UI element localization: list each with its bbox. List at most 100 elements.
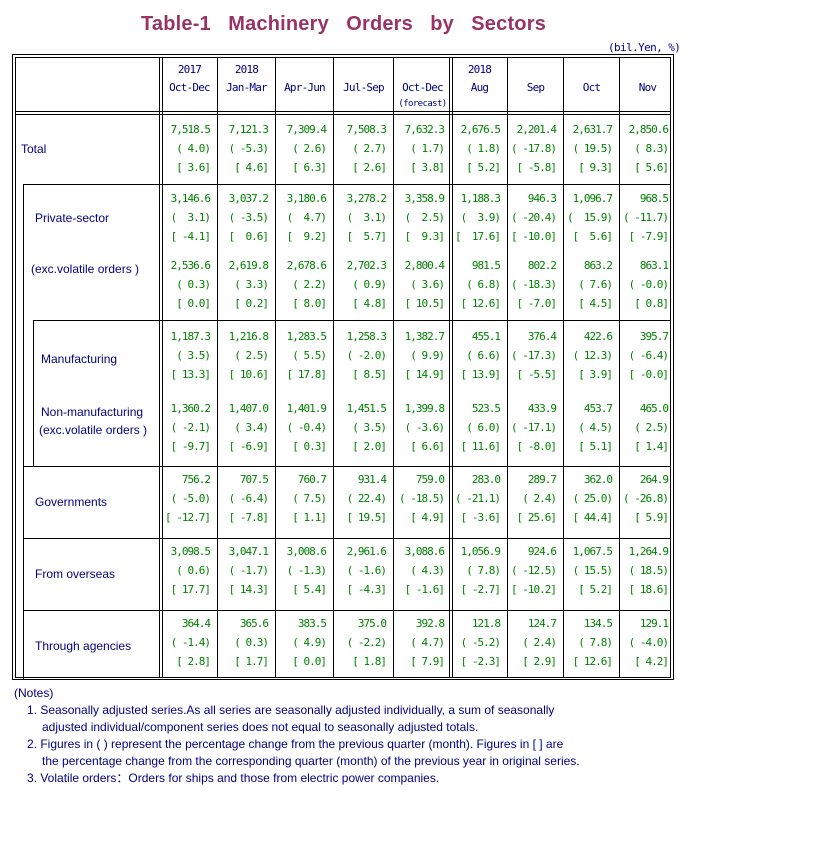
- value-change-prev: ( 9.9): [410, 349, 445, 362]
- value-change-prev: ( 7.8): [466, 564, 501, 577]
- value-amount: 2,619.8: [228, 259, 269, 272]
- value-amount: 1,056.9: [460, 545, 501, 558]
- column-year: [335, 61, 392, 79]
- value-amount: 802.2: [527, 259, 557, 272]
- value-change-yoy: [ 3.6]: [176, 161, 211, 174]
- column-period: Jul-Sep: [343, 81, 385, 94]
- header-separator: [16, 111, 670, 112]
- value-change-yoy: [ 17.6]: [455, 230, 501, 243]
- value-amount: 3,180.6: [286, 192, 327, 205]
- value-amount: 455.1: [471, 330, 501, 343]
- value-change-prev: ( 2.5): [634, 421, 669, 434]
- value-change-prev: ( 0.3): [176, 278, 211, 291]
- column-separator: [333, 58, 334, 677]
- value-change-yoy: [ -0.0]: [628, 368, 669, 381]
- value-amount: 2,631.7: [572, 123, 613, 136]
- value-change-prev: ( 4.0): [176, 142, 211, 155]
- column-separator-double: [449, 58, 450, 677]
- value-change-yoy: [ 14.3]: [228, 583, 269, 596]
- row-separator: [162, 538, 670, 539]
- label-separator: [23, 184, 174, 185]
- value-change-yoy: [ 0.6]: [228, 230, 269, 243]
- value-change-yoy: [ 5.7]: [346, 230, 387, 243]
- value-change-yoy: [ -5.8]: [516, 161, 557, 174]
- value-change-prev: ( 12.3): [572, 349, 613, 362]
- value-change-yoy: [ 13.9]: [460, 368, 501, 381]
- value-change-prev: ( -6.4): [628, 349, 669, 362]
- value-change-prev: ( -2.2): [346, 636, 387, 649]
- column-year: [395, 61, 450, 79]
- value-change-yoy: [ 2.8]: [176, 655, 211, 668]
- value-amount: 7,309.4: [286, 123, 327, 136]
- row-separator: [162, 320, 670, 321]
- value-amount: 863.2: [583, 259, 613, 272]
- value-change-prev: ( 15.9): [567, 211, 613, 224]
- value-change-prev: ( 1.7): [410, 142, 445, 155]
- value-amount: 2,536.6: [170, 259, 211, 272]
- row-label: Governments: [35, 495, 108, 509]
- value-amount: 395.7: [639, 330, 669, 343]
- value-change-prev: ( 19.5): [572, 142, 613, 155]
- value-change-yoy: [ 5.1]: [578, 440, 613, 453]
- row-label: Private-sector: [35, 211, 110, 225]
- value-amount: 756.2: [181, 473, 211, 486]
- row-separator: [162, 184, 670, 185]
- column-period: Nov: [638, 81, 657, 94]
- value-change-prev: ( -12.5): [511, 564, 557, 577]
- value-amount: 365.6: [239, 617, 269, 630]
- row-label: Non-manufacturing: [41, 405, 144, 419]
- value-change-yoy: [ 9.3]: [404, 230, 445, 243]
- value-amount: 2,850.6: [628, 123, 669, 136]
- value-amount: 3,037.2: [228, 192, 269, 205]
- value-change-yoy: [ 13.3]: [170, 368, 211, 381]
- column-header-2: Apr-Jun: [277, 58, 332, 110]
- value-change-yoy: [ 0.0]: [176, 297, 211, 310]
- value-amount: 375.0: [357, 617, 387, 630]
- column-year: 2018: [467, 63, 492, 76]
- value-amount: 1,382.7: [404, 330, 445, 343]
- value-change-yoy: [ -4.3]: [346, 583, 387, 596]
- value-amount: 707.5: [239, 473, 269, 486]
- value-change-prev: ( -20.4): [511, 211, 557, 224]
- value-amount: 362.0: [583, 473, 613, 486]
- value-change-yoy: [ 19.5]: [346, 511, 387, 524]
- value-amount: 7,518.5: [170, 123, 211, 136]
- value-change-prev: ( 7.5): [292, 492, 327, 505]
- value-amount: 523.5: [471, 402, 501, 415]
- value-amount: 422.6: [583, 330, 613, 343]
- value-change-prev: ( -1.3): [286, 564, 327, 577]
- value-change-yoy: [ 5.4]: [292, 583, 327, 596]
- value-change-yoy: [ -6.9]: [228, 440, 269, 453]
- value-amount: 383.5: [297, 617, 327, 630]
- value-change-yoy: [ 5.6]: [634, 161, 669, 174]
- value-amount: 2,678.6: [286, 259, 327, 272]
- value-change-prev: ( 18.5): [628, 564, 669, 577]
- value-change-yoy: [ -7.0]: [516, 297, 557, 310]
- value-amount: 1,096.7: [572, 192, 613, 205]
- value-change-yoy: [ 1.1]: [292, 511, 327, 524]
- value-change-prev: ( 3.3): [234, 278, 269, 291]
- value-amount: 946.3: [527, 192, 557, 205]
- value-change-prev: ( 6.0): [466, 421, 501, 434]
- value-change-prev: ( -5.3): [228, 142, 269, 155]
- value-change-yoy: [ 10.5]: [404, 297, 445, 310]
- column-separator: [275, 58, 276, 677]
- value-change-yoy: [ 5.2]: [466, 161, 501, 174]
- value-change-yoy: [ 4.2]: [634, 655, 669, 668]
- value-change-prev: ( 0.6): [176, 564, 211, 577]
- value-amount: 433.9: [527, 402, 557, 415]
- row-label: From overseas: [35, 567, 116, 581]
- value-change-yoy: [ 17.7]: [170, 583, 211, 596]
- value-change-prev: ( -4.0): [628, 636, 669, 649]
- column-separator: [619, 58, 620, 677]
- column-period: Apr-Jun: [284, 81, 326, 94]
- value-change-yoy: [ -7.8]: [228, 511, 269, 524]
- value-change-prev: ( -6.4): [228, 492, 269, 505]
- value-change-prev: ( -17.8): [511, 142, 557, 155]
- value-change-yoy: [ 0.3]: [292, 440, 327, 453]
- notes-heading: (Notes): [14, 686, 54, 700]
- value-amount: 1,401.9: [286, 402, 327, 415]
- label-indent-2: [33, 320, 34, 466]
- value-amount: 7,121.3: [228, 123, 269, 136]
- value-change-prev: ( 4.9): [292, 636, 327, 649]
